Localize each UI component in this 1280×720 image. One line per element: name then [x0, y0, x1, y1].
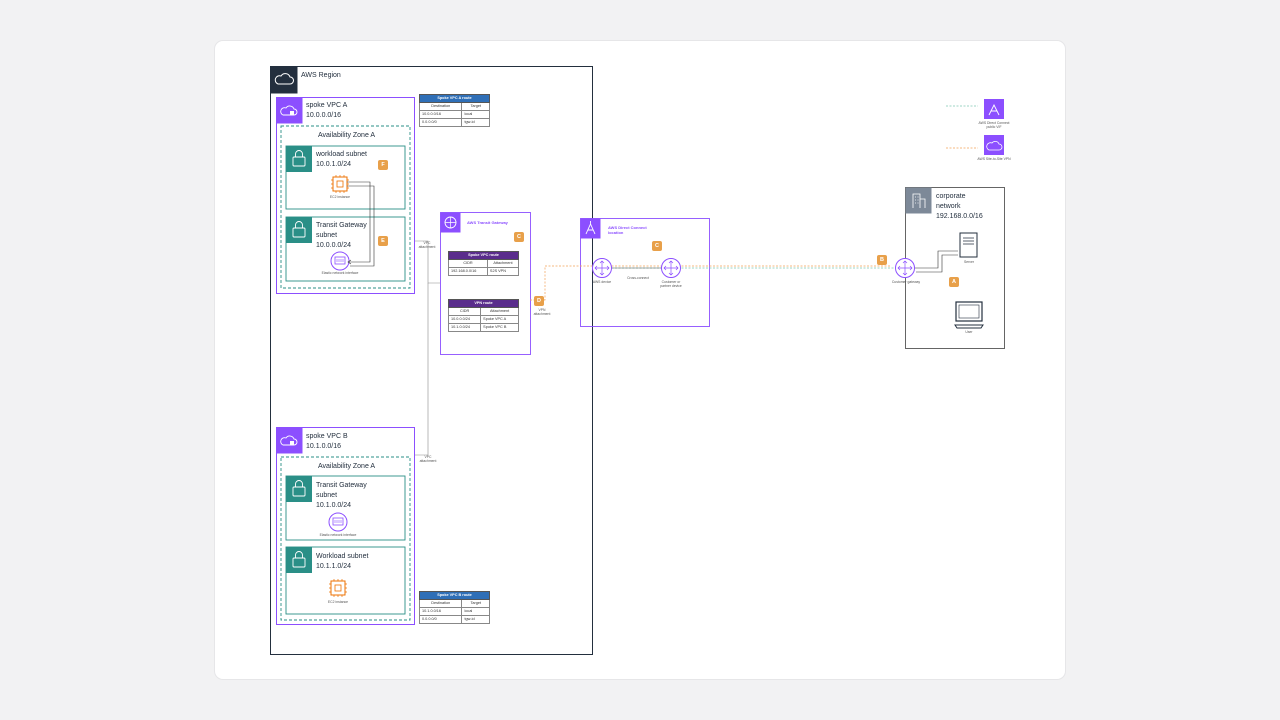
lock-icon — [286, 476, 312, 502]
customer-gateway-router-icon — [895, 258, 915, 278]
vpc-a-az: Availability Zone A — [318, 132, 376, 139]
lock-icon — [286, 547, 312, 573]
vpc-b-attachment-line — [415, 283, 429, 456]
column-header: CIDR — [447, 307, 482, 316]
column-header: Attachment — [480, 307, 519, 316]
column-header: Destination — [418, 102, 463, 111]
corp-title: corporate — [936, 193, 966, 200]
legend-vpn-label: AWS Site-to-Site VPN — [977, 157, 1011, 161]
lock-icon — [286, 146, 312, 172]
vpc-a-attachment-label: VPC attachment — [418, 241, 436, 249]
eni-icon — [328, 512, 348, 532]
table-cell: Spoke VPC B — [480, 323, 519, 332]
ec2-instance-icon — [329, 579, 347, 597]
vpc-b-workload-cidr: 10.1.1.0/24 — [316, 563, 352, 570]
route-table-title: Spoke VPC B route — [419, 591, 490, 600]
eni-icon — [330, 251, 350, 271]
corp-cidr: 192.168.0.0/16 — [936, 213, 983, 220]
table-cell: Spoke VPC A — [480, 315, 519, 324]
client-computer-icon — [954, 301, 984, 329]
table-cell: S2S VPN — [486, 267, 520, 276]
vpc-a-tgw-subnet-cidr: 10.0.0.0/24 — [316, 242, 352, 249]
column-header: Target — [461, 599, 490, 608]
architecture-diagram — [270, 66, 1005, 655]
step-badge-d: D — [534, 296, 544, 306]
vpc-a-workload-title: workload subnet — [316, 151, 367, 158]
table-cell: 0.0.0.0/0 — [418, 615, 463, 624]
server-label: Server — [964, 260, 974, 264]
table-cell: 192.168.0.0/16 — [448, 267, 488, 276]
vpc-b-title: spoke VPC B — [306, 433, 348, 440]
vpc-a-cidr: 10.0.0.0/16 — [306, 112, 342, 119]
route-table-title: Spoke VPC route — [448, 251, 519, 260]
tgw-title: AWS Transit Gateway — [467, 220, 508, 225]
route-table-vpc-b: Spoke VPC B route Destination Target 10.1… — [418, 591, 490, 624]
column-header: Attachment — [486, 259, 520, 268]
customer-device-label: Customer or partner device — [660, 280, 682, 288]
vpc-b-tgw-subnet-title: Transit Gateway — [316, 482, 367, 489]
route-table-spoke-vpc: Spoke VPC route CIDR Attachment 192.168.0… — [448, 251, 520, 276]
step-badge-c: C — [514, 232, 524, 242]
legend-dx-label: AWS Direct Connect public VIF — [978, 121, 1010, 129]
step-badge-b: B — [877, 255, 887, 265]
table-cell: local — [461, 110, 490, 119]
region-label: AWS Region — [301, 72, 341, 79]
table-cell: 0.0.0.0/0 — [418, 118, 463, 127]
column-header: CIDR — [448, 259, 488, 268]
eni-label: Elastic network interface — [321, 271, 359, 275]
vpc-a-title: spoke VPC A — [306, 102, 348, 109]
aws-device-label: AWS device — [592, 280, 612, 284]
step-badge-a: A — [949, 277, 959, 287]
column-header: Destination — [418, 599, 463, 608]
step-badge-c: C — [652, 241, 662, 251]
ec2-instance-label: EC2 instance — [327, 600, 349, 604]
cross-connect-label: Cross-connect — [627, 276, 649, 280]
step-badge-f: F — [378, 160, 388, 170]
table-cell: tgw-id — [461, 118, 490, 127]
table-cell: 10.0.0.0/24 — [447, 315, 482, 324]
client-label: User — [965, 330, 973, 334]
server-icon — [959, 232, 978, 258]
table-cell: 10.1.0.0/16 — [418, 607, 463, 616]
dx-title2: location — [608, 230, 624, 235]
vpc-b-tgw-subnet-title2: subnet — [316, 492, 338, 499]
building-icon — [905, 187, 932, 214]
vpn-attachment-label: VPN attachment — [533, 308, 551, 316]
customer-device-router-icon — [661, 258, 681, 278]
table-cell: 10.0.0.0/16 — [418, 110, 463, 119]
server-link-line — [915, 250, 958, 269]
customer-gateway-label: Customer gateway — [891, 280, 921, 284]
table-cell: local — [461, 607, 490, 616]
direct-connect-icon — [984, 99, 1004, 119]
vpc-b-cidr: 10.1.0.0/16 — [306, 443, 342, 450]
table-cell: 10.1.0.0/24 — [447, 323, 482, 332]
vpc-a-workload-cidr: 10.0.1.0/24 — [316, 161, 352, 168]
vpc-b-az: Availability Zone A — [318, 463, 376, 470]
vpc-a-tgw-subnet-title: Transit Gateway — [316, 222, 367, 229]
table-cell: tgw-id — [461, 615, 490, 624]
vpc-b-tgw-subnet-cidr: 10.1.0.0/24 — [316, 502, 352, 509]
route-table-title: Spoke VPC A route — [419, 94, 490, 103]
column-header: Target — [461, 102, 490, 111]
route-table-title: VPN route — [448, 299, 519, 308]
aws-device-router-icon — [592, 258, 612, 278]
vpc-a-tgw-subnet-title2: subnet — [316, 232, 338, 239]
corp-title2: network — [936, 203, 961, 210]
eni-label: Elastic network interface — [319, 533, 357, 537]
step-badge-e: E — [378, 236, 388, 246]
vpc-b-attachment-label: VPC attachment — [419, 455, 437, 463]
ec2-instance-label: EC2 instance — [329, 195, 351, 199]
vpn-connection-line — [530, 265, 890, 301]
vpc-b-workload-title: Workload subnet — [316, 553, 369, 560]
lock-icon — [286, 217, 312, 243]
ec2-instance-icon — [331, 175, 349, 193]
route-table-vpc-a: Spoke VPC A route Destination Target 10.0… — [418, 94, 490, 127]
route-table-vpn: VPN route CIDR Attachment 10.0.0.0/24 Spok… — [447, 299, 519, 332]
